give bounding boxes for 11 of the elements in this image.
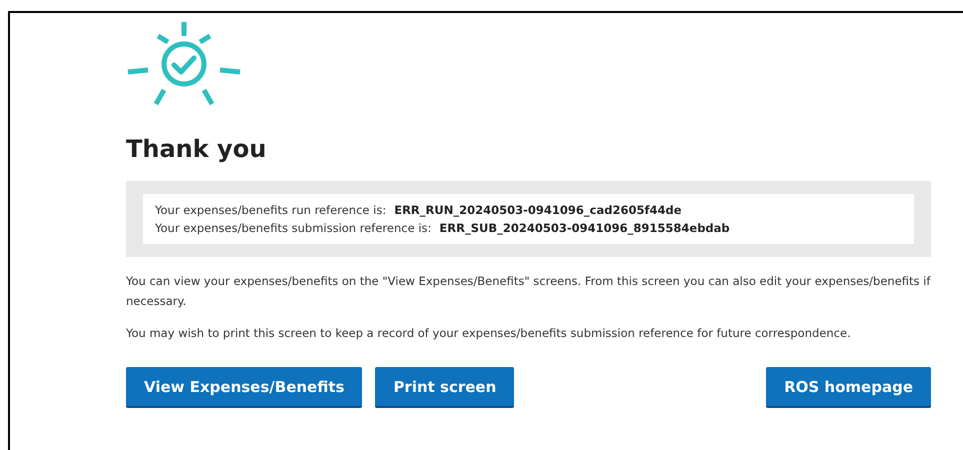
reference-label: Your expenses/benefits submission reference is: [155,221,432,235]
info-paragraph: You can view your expenses/benefits on the "View Expenses/Benefits" screens. From this screen you can also edit your expenses/benefits if necessary. [126,273,931,310]
action-button[interactable]: ROS homepage [766,367,931,408]
reference-value: ERR_SUB_20240503-0941096_8915584ebdab [439,221,730,235]
action-button[interactable]: Print screen [375,367,514,408]
page-title: Thank you [126,135,268,163]
reference-value: ERR_RUN_20240503-0941096_cad2605f44de [394,203,682,217]
action-button[interactable]: View Expenses/Benefits [126,367,362,408]
info-paragraph: You may wish to print this screen to keep a record of your expenses/benefits submission reference for future correspondence. [126,325,852,342]
reference-label: Your expenses/benefits run reference is: [155,203,386,217]
sun-checkmark-icon [126,20,242,108]
